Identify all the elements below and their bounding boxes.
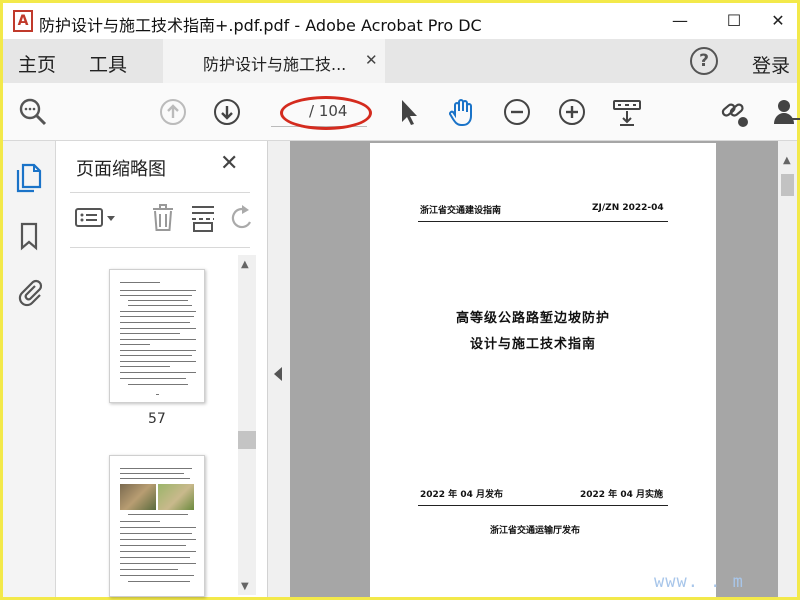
menu-home[interactable]: 主页: [18, 50, 56, 77]
fit-width-icon[interactable]: [612, 97, 642, 127]
maximize-button[interactable]: ☐: [711, 3, 757, 39]
title-bar: A 防护设计与施工技术指南+.pdf.pdf - Adobe Acrobat P…: [3, 3, 797, 39]
help-button[interactable]: ?: [690, 47, 718, 75]
doc-issue-date: 2022 年 04 月发布: [420, 490, 503, 500]
thumbnail-page-number: 57: [148, 411, 166, 427]
menu-tools[interactable]: 工具: [89, 50, 127, 77]
close-window-button[interactable]: ✕: [755, 3, 800, 39]
thumbnails-panel: 页面缩略图 ✕ 57 ▲ ▼: [56, 141, 268, 597]
page-number-input[interactable]: [271, 97, 305, 125]
doc-title-line1: 高等级公路路堑边坡防护: [456, 311, 611, 326]
toolbar: / 104: [3, 83, 800, 141]
thumbnails-panel-title: 页面缩略图: [76, 159, 166, 180]
document-tab[interactable]: 防护设计与施工技... ✕: [163, 39, 385, 83]
thumbnails-close-button[interactable]: ✕: [220, 151, 238, 176]
page-total-label: / 104: [309, 102, 348, 120]
minimize-button[interactable]: —: [657, 3, 703, 39]
rotate-page-icon[interactable]: [230, 203, 260, 233]
doc-header-right: ZJ/ZN 2022-04: [592, 203, 664, 213]
window-title: 防护设计与施工技术指南+.pdf.pdf - Adobe Acrobat Pro…: [39, 16, 482, 35]
document-viewer: 浙江省交通建设指南 ZJ/ZN 2022-04 高等级公路路堑边坡防护 设计与施…: [290, 141, 778, 597]
menu-bar: 主页 工具 防护设计与施工技... ✕ ? 登录: [3, 39, 797, 83]
document-tab-label: 防护设计与施工技...: [203, 55, 347, 74]
panel-collapse-strip: [268, 141, 290, 597]
page-down-icon[interactable]: [212, 97, 242, 127]
zoom-out-icon[interactable]: [502, 97, 532, 127]
search-icon[interactable]: [18, 97, 48, 127]
zoom-in-icon[interactable]: [557, 97, 587, 127]
page-thumbnails-icon[interactable]: [15, 163, 43, 193]
share-link-icon[interactable]: [719, 97, 749, 127]
extract-pages-icon[interactable]: [188, 203, 218, 233]
navigation-rail: [3, 141, 56, 597]
doc-header-left: 浙江省交通建设指南: [420, 206, 502, 216]
thumbnail-options-icon[interactable]: [74, 203, 115, 233]
scroll-up-icon[interactable]: ▲: [241, 259, 249, 270]
footer-rule: [418, 505, 668, 506]
pdf-page: 浙江省交通建设指南 ZJ/ZN 2022-04 高等级公路路堑边坡防护 设计与施…: [370, 143, 716, 597]
paperclip-icon[interactable]: [15, 277, 43, 307]
thumbnails-scroll-thumb[interactable]: [238, 431, 256, 449]
page-thumbnail[interactable]: [109, 269, 205, 403]
login-button[interactable]: 登录: [752, 51, 790, 78]
doc-publisher: 浙江省交通运输厅发布: [490, 526, 581, 536]
page-up-icon[interactable]: [158, 97, 188, 127]
header-rule: [418, 221, 668, 222]
divider: [70, 192, 250, 193]
scroll-down-icon[interactable]: ▼: [241, 581, 249, 592]
document-scrollbar[interactable]: ▲: [778, 141, 797, 597]
document-tab-close-button[interactable]: ✕: [365, 51, 378, 69]
scroll-up-icon[interactable]: ▲: [783, 155, 791, 166]
watermark: www. . m: [654, 572, 744, 592]
page-thumbnail[interactable]: [109, 455, 205, 597]
delete-page-icon[interactable]: [148, 203, 178, 233]
add-user-icon[interactable]: [772, 97, 800, 127]
select-arrow-icon[interactable]: [394, 97, 424, 127]
divider: [70, 247, 250, 248]
thumbnails-scrollbar[interactable]: ▲ ▼: [238, 255, 256, 595]
acrobat-app-icon: A: [13, 10, 33, 32]
collapse-panel-icon[interactable]: [274, 367, 282, 381]
doc-title-line2: 设计与施工技术指南: [470, 337, 597, 352]
page-number-box: / 104: [271, 97, 367, 127]
doc-effective-date: 2022 年 04 月实施: [580, 490, 663, 500]
bookmark-icon[interactable]: [15, 221, 43, 251]
hand-icon[interactable]: [447, 97, 477, 127]
document-scroll-thumb[interactable]: [781, 174, 794, 196]
